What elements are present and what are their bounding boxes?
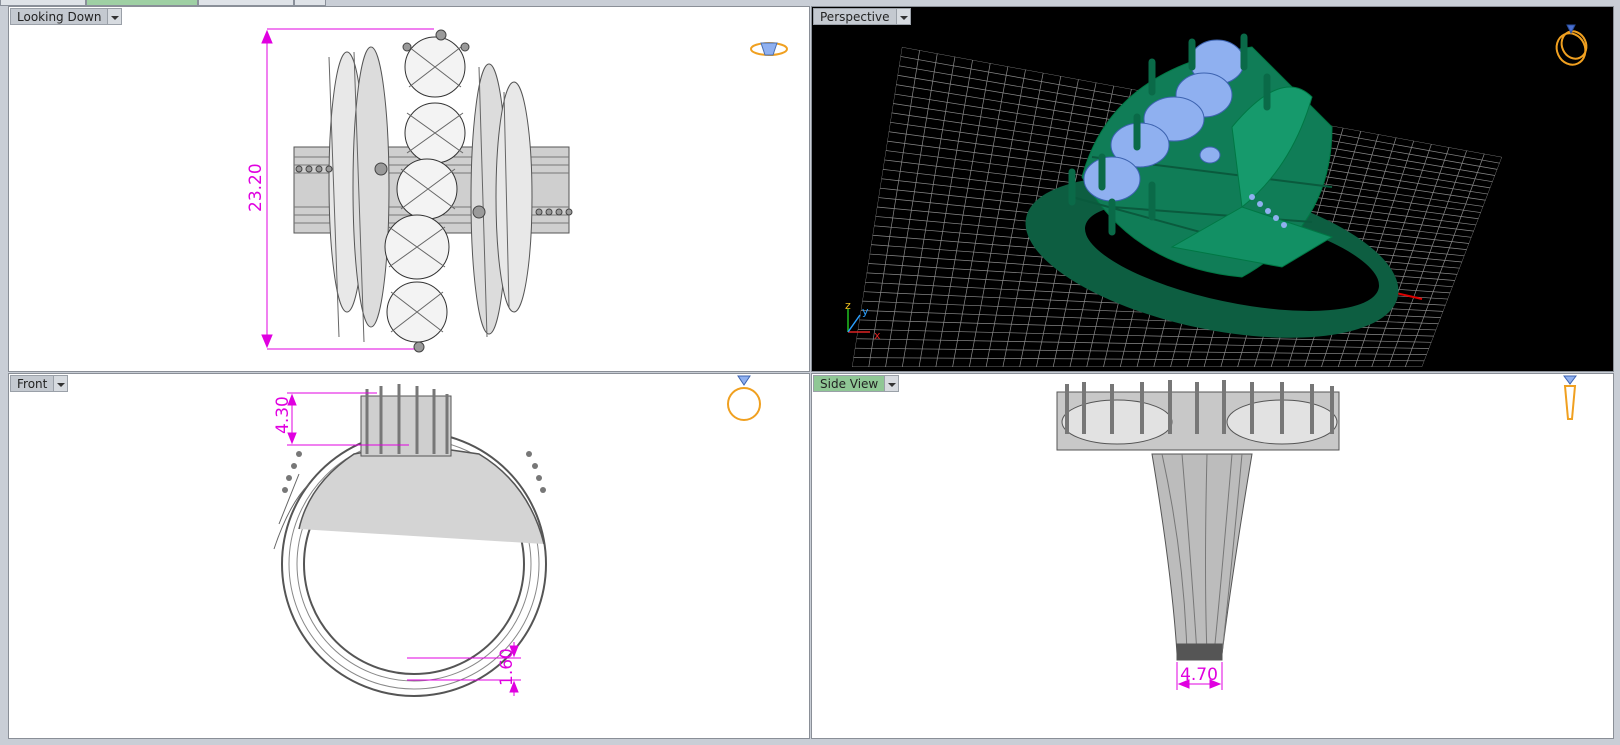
viewport-top-label-tab[interactable]: Looking Down xyxy=(10,8,123,25)
front-view-drawing: 4.30 1.60 xyxy=(273,375,761,697)
center-stones xyxy=(384,36,466,343)
dimension-shank-value: 4.70 xyxy=(1180,665,1218,685)
viewport-front-label[interactable]: Front xyxy=(10,375,55,392)
ring-front-view-icon[interactable] xyxy=(727,375,761,421)
perspective-drawing: x y z xyxy=(845,24,1591,367)
ring-perspective-icon[interactable] xyxy=(1552,24,1591,69)
viewport-perspective-label[interactable]: Perspective xyxy=(813,8,897,25)
grid-line xyxy=(1371,147,1450,367)
viewport-side-label[interactable]: Side View xyxy=(813,375,886,392)
ring-side-model xyxy=(1056,380,1340,661)
ring-side-view-icon[interactable] xyxy=(1563,375,1577,420)
viewport-front-label-tab[interactable]: Front xyxy=(10,375,69,392)
dimension-top-value: 4.30 xyxy=(273,396,293,434)
viewport-side[interactable]: Side View 4.70 xyxy=(811,373,1614,739)
viewport-top-label[interactable]: Looking Down xyxy=(10,8,109,25)
viewport-top[interactable]: Looking Down 23.20 xyxy=(8,6,810,372)
dimension-height-value: 23.20 xyxy=(246,163,266,212)
viewport-menu-dropdown-icon[interactable] xyxy=(108,8,123,25)
axis-z-label: z xyxy=(845,299,851,312)
top-view-drawing: 23.20 xyxy=(246,28,788,353)
viewport-perspective[interactable]: Perspective x y z xyxy=(811,6,1614,372)
grid-line xyxy=(1388,150,1468,367)
axis-y-label: y xyxy=(862,305,869,318)
grid-line xyxy=(1421,156,1502,367)
viewport-perspective-label-tab[interactable]: Perspective xyxy=(813,8,911,25)
dimension-bottom-value: 1.60 xyxy=(497,648,517,686)
viewport-menu-dropdown-icon[interactable] xyxy=(54,375,69,392)
side-view-drawing: 4.70 xyxy=(1056,375,1577,690)
viewport-menu-dropdown-icon[interactable] xyxy=(896,8,911,25)
axis-x-label: x xyxy=(874,329,881,342)
viewport-side-label-tab[interactable]: Side View xyxy=(813,375,900,392)
ring-top-view-icon[interactable] xyxy=(750,42,788,56)
viewport-front[interactable]: Front 4.30 1.60 xyxy=(8,373,810,739)
grid-line xyxy=(854,347,1427,355)
viewport-menu-dropdown-icon[interactable] xyxy=(885,375,900,392)
